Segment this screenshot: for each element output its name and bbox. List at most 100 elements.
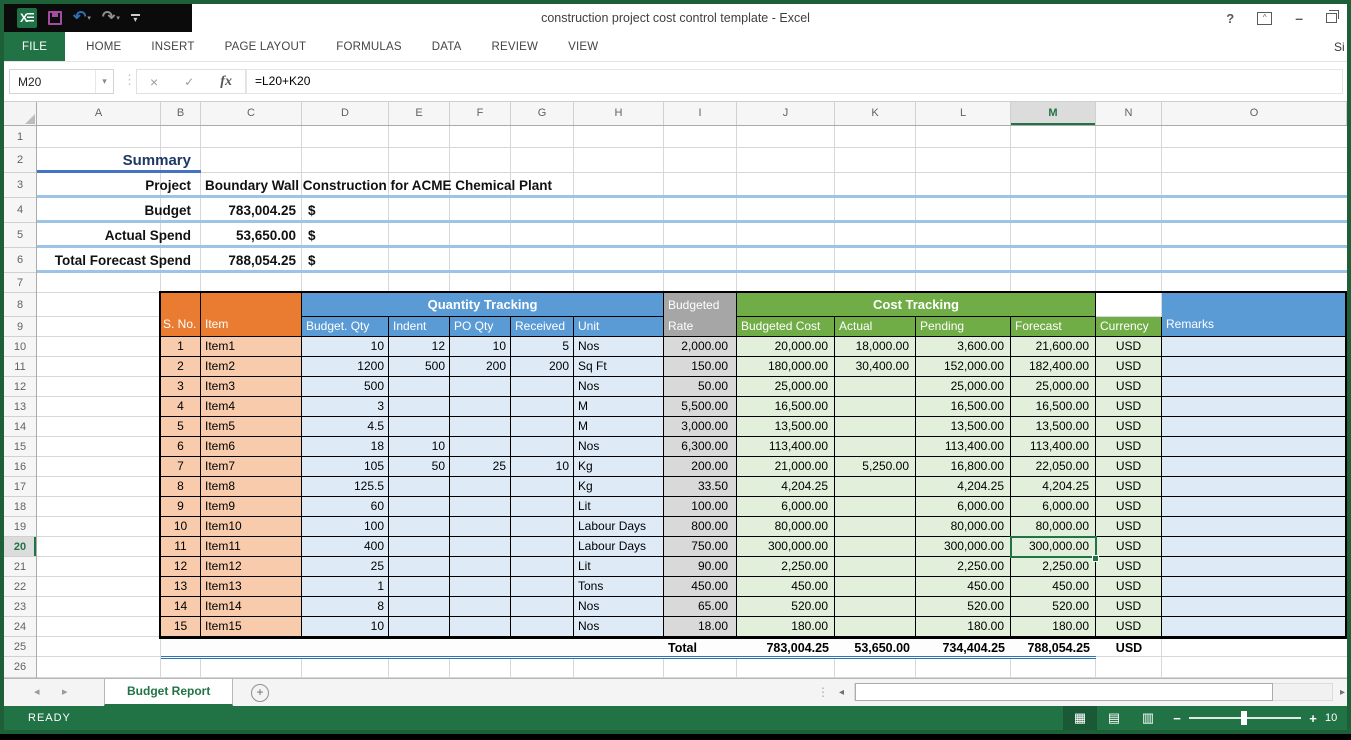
tab-review[interactable]: REVIEW — [477, 32, 554, 61]
total-forecast[interactable]: 788,054.25 — [1011, 639, 1090, 659]
row-header-22[interactable]: 22 — [4, 577, 36, 597]
column-header-L[interactable]: L — [916, 102, 1011, 125]
cell-N19[interactable]: USD — [1096, 517, 1162, 537]
cell-C22[interactable]: Item13 — [201, 577, 302, 597]
fill-handle[interactable] — [1092, 555, 1099, 562]
cell-M10[interactable]: 21,600.00 — [1011, 337, 1096, 357]
tab-formulas[interactable]: FORMULAS — [321, 32, 417, 61]
cell-F10[interactable]: 10 — [450, 337, 511, 357]
cell-J16[interactable]: 21,000.00 — [737, 457, 835, 477]
column-header-C[interactable]: C — [201, 102, 302, 125]
cell-G24[interactable] — [511, 617, 574, 637]
cell-N14[interactable]: USD — [1096, 417, 1162, 437]
cell-O13[interactable] — [1162, 397, 1347, 417]
cell-L20[interactable]: 300,000.00 — [916, 537, 1011, 557]
cell-N16[interactable]: USD — [1096, 457, 1162, 477]
cell-E17[interactable] — [389, 477, 450, 497]
cell-B14[interactable]: 5 — [161, 417, 201, 437]
cell-L13[interactable]: 16,500.00 — [916, 397, 1011, 417]
zoom-percent-label[interactable]: 10 — [1325, 706, 1347, 730]
cell-H22[interactable]: Tons — [574, 577, 664, 597]
total-budgeted-cost[interactable]: 783,004.25 — [737, 639, 829, 659]
column-header-H[interactable]: H — [574, 102, 664, 125]
tab-data[interactable]: DATA — [417, 32, 477, 61]
cell-E20[interactable] — [389, 537, 450, 557]
cell-F18[interactable] — [450, 497, 511, 517]
table-header-cost-tracking[interactable]: Cost Tracking — [737, 293, 1096, 317]
row-header-26[interactable]: 26 — [4, 657, 36, 678]
table-header-budgeted-rate[interactable]: Budgeted Rate — [664, 293, 737, 337]
cell-N15[interactable]: USD — [1096, 437, 1162, 457]
cell-C10[interactable]: Item1 — [201, 337, 302, 357]
customize-qat-icon[interactable]: ▾ — [130, 14, 140, 24]
row-header-25[interactable]: 25 — [4, 637, 36, 657]
cell-K18[interactable] — [835, 497, 916, 517]
cell-G23[interactable] — [511, 597, 574, 617]
cell-B10[interactable]: 1 — [161, 337, 201, 357]
cell-C17[interactable]: Item8 — [201, 477, 302, 497]
table-subheader-forecast[interactable]: Forecast — [1011, 317, 1096, 337]
column-header-G[interactable]: G — [511, 102, 574, 125]
cell-H20[interactable]: Labour Days — [574, 537, 664, 557]
cell-B15[interactable]: 6 — [161, 437, 201, 457]
cell-C15[interactable]: Item6 — [201, 437, 302, 457]
row-header-3[interactable]: 3 — [4, 173, 36, 198]
cell-B16[interactable]: 7 — [161, 457, 201, 477]
cell-E11[interactable]: 500 — [389, 357, 450, 377]
table-subheader-indent[interactable]: Indent — [389, 317, 450, 337]
cell-G13[interactable] — [511, 397, 574, 417]
cell-M14[interactable]: 13,500.00 — [1011, 417, 1096, 437]
row-header-20[interactable]: 20 — [4, 537, 36, 557]
cell-J12[interactable]: 25,000.00 — [737, 377, 835, 397]
row-header-9[interactable]: 9 — [4, 317, 36, 337]
cell-J13[interactable]: 16,500.00 — [737, 397, 835, 417]
cell-H24[interactable]: Nos — [574, 617, 664, 637]
row-header-24[interactable]: 24 — [4, 617, 36, 637]
cell-H18[interactable]: Lit — [574, 497, 664, 517]
cell-J20[interactable]: 300,000.00 — [737, 537, 835, 557]
cell-N18[interactable]: USD — [1096, 497, 1162, 517]
cancel-icon[interactable]: × — [150, 74, 158, 90]
cell-D22[interactable]: 1 — [302, 577, 389, 597]
cell-F15[interactable] — [450, 437, 511, 457]
cell-J14[interactable]: 13,500.00 — [737, 417, 835, 437]
column-header-M[interactable]: M — [1011, 102, 1096, 125]
cell-L24[interactable]: 180.00 — [916, 617, 1011, 637]
cell-I16[interactable]: 200.00 — [664, 457, 737, 477]
cell-J22[interactable]: 450.00 — [737, 577, 835, 597]
ribbon-display-options-icon[interactable]: ^ — [1257, 11, 1273, 25]
cell-O24[interactable] — [1162, 617, 1347, 637]
cell-G15[interactable] — [511, 437, 574, 457]
column-header-A[interactable]: A — [37, 102, 161, 125]
zoom-slider-thumb[interactable] — [1241, 711, 1247, 725]
cell-D12[interactable]: 500 — [302, 377, 389, 397]
cell-D10[interactable]: 10 — [302, 337, 389, 357]
cell-F23[interactable] — [450, 597, 511, 617]
cell-F12[interactable] — [450, 377, 511, 397]
table-header-sno[interactable]: S. No. — [161, 293, 201, 337]
cell-I22[interactable]: 450.00 — [664, 577, 737, 597]
cell-H16[interactable]: Kg — [574, 457, 664, 477]
cell-L19[interactable]: 80,000.00 — [916, 517, 1011, 537]
row-header-19[interactable]: 19 — [4, 517, 36, 537]
cell-H17[interactable]: Kg — [574, 477, 664, 497]
cell-H23[interactable]: Nos — [574, 597, 664, 617]
cell-L16[interactable]: 16,800.00 — [916, 457, 1011, 477]
table-subheader-budgeted-cost[interactable]: Budgeted Cost — [737, 317, 835, 337]
cell-G20[interactable] — [511, 537, 574, 557]
cell-L21[interactable]: 2,250.00 — [916, 557, 1011, 577]
cell-E15[interactable]: 10 — [389, 437, 450, 457]
table-subheader-unit[interactable]: Unit — [574, 317, 664, 337]
cell-F16[interactable]: 25 — [450, 457, 511, 477]
normal-view-icon[interactable]: ▦ — [1063, 706, 1097, 730]
cell-N11[interactable]: USD — [1096, 357, 1162, 377]
table-subheader-currency[interactable]: Currency — [1096, 317, 1162, 337]
column-header-K[interactable]: K — [835, 102, 916, 125]
cell-N17[interactable]: USD — [1096, 477, 1162, 497]
row-header-17[interactable]: 17 — [4, 477, 36, 497]
row-header-2[interactable]: 2 — [4, 148, 36, 173]
cell-K11[interactable]: 30,400.00 — [835, 357, 916, 377]
cell-K12[interactable] — [835, 377, 916, 397]
cell-G14[interactable] — [511, 417, 574, 437]
cell-I12[interactable]: 50.00 — [664, 377, 737, 397]
